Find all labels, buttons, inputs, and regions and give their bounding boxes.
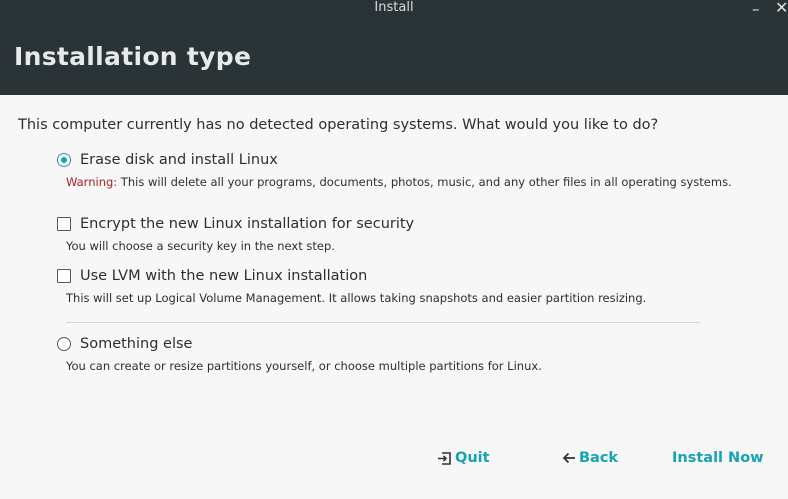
install-now-button[interactable]: Install Now: [672, 450, 764, 466]
close-icon[interactable]: ✕: [775, 0, 788, 16]
option-encrypt[interactable]: Encrypt the new Linux installation for s…: [57, 216, 414, 232]
option-lvm-label: Use LVM with the new Linux installation: [80, 268, 368, 284]
back-button[interactable]: Back: [562, 450, 618, 466]
page-title: Installation type: [14, 42, 252, 71]
lvm-description: This will set up Logical Volume Manageme…: [66, 291, 647, 305]
arrow-left-icon: [562, 451, 576, 465]
warning-text: This will delete all your programs, docu…: [117, 175, 732, 189]
option-lvm[interactable]: Use LVM with the new Linux installation: [57, 268, 367, 284]
header-bar: Install – ✕ Installation type: [0, 0, 788, 95]
separator: [66, 322, 700, 323]
quit-button[interactable]: Quit: [437, 450, 490, 466]
install-now-label: Install Now: [672, 450, 764, 466]
radio-something-else[interactable]: [57, 337, 71, 351]
window-title: Install: [374, 0, 414, 15]
radio-erase-disk[interactable]: [57, 153, 71, 167]
option-encrypt-label: Encrypt the new Linux installation for s…: [80, 216, 415, 232]
checkbox-lvm[interactable]: [57, 269, 71, 283]
back-label: Back: [579, 450, 619, 466]
quit-label: Quit: [455, 450, 490, 466]
encrypt-description: You will choose a security key in the ne…: [66, 239, 335, 253]
erase-warning: Warning: This will delete all your progr…: [66, 175, 732, 189]
warning-label: Warning:: [66, 175, 118, 189]
option-erase-disk[interactable]: Erase disk and install Linux: [57, 152, 278, 168]
question-text: This computer currently has no detected …: [18, 117, 659, 133]
option-something-else[interactable]: Something else: [57, 336, 192, 352]
something-else-description: You can create or resize partitions your…: [66, 359, 542, 373]
option-erase-disk-label: Erase disk and install Linux: [80, 152, 278, 168]
checkbox-encrypt[interactable]: [57, 217, 71, 231]
minimize-icon[interactable]: –: [752, 2, 760, 17]
option-something-else-label: Something else: [80, 336, 193, 352]
quit-icon: [437, 451, 452, 466]
